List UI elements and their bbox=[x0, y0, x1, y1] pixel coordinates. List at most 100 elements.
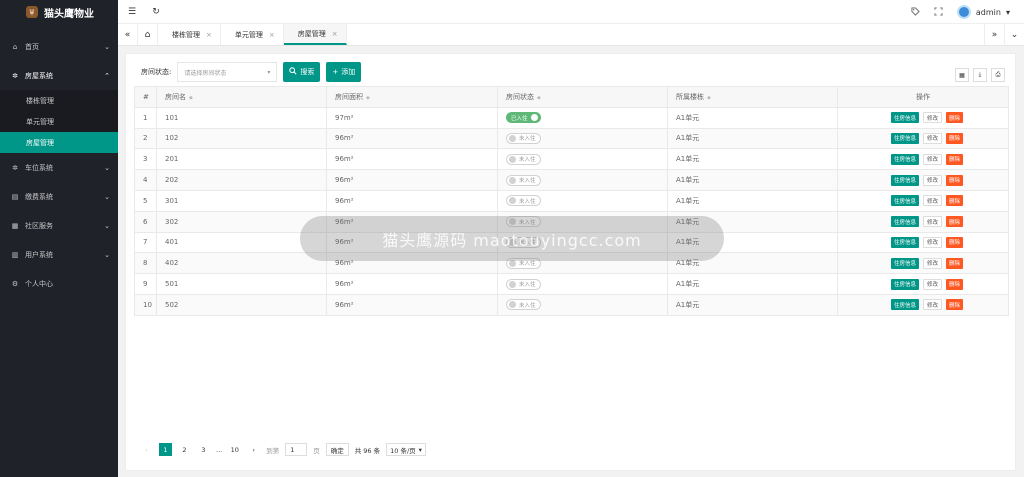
delete-button[interactable]: 删除 bbox=[946, 195, 964, 207]
prev-page-icon[interactable]: ‹ bbox=[140, 443, 153, 456]
chevron-up-icon: ⌃ bbox=[104, 71, 110, 80]
status-switch-label: 未入住 bbox=[519, 136, 536, 143]
delete-button[interactable]: 删除 bbox=[946, 236, 964, 248]
status-switch[interactable]: 未入住 bbox=[506, 132, 541, 144]
fullscreen-icon[interactable] bbox=[934, 6, 943, 18]
status-switch[interactable]: 未入住 bbox=[506, 278, 541, 290]
sidebar-item-payment-system[interactable]: ▤ 缴费系统 ⌄ bbox=[0, 182, 118, 211]
refresh-icon[interactable]: ↻ bbox=[146, 7, 166, 17]
close-icon[interactable]: × bbox=[269, 31, 275, 39]
search-button[interactable]: 搜索 bbox=[283, 62, 321, 82]
housing-info-button[interactable]: 住房信息 bbox=[890, 299, 919, 311]
col-room-name[interactable]: 房间名 ◆ bbox=[156, 86, 327, 108]
cell-room-name: 301 bbox=[156, 189, 327, 212]
col-room-status[interactable]: 房间状态 ◆ bbox=[497, 86, 668, 108]
edit-button[interactable]: 修改 bbox=[922, 257, 942, 269]
status-switch[interactable]: 未入住 bbox=[506, 153, 541, 165]
housing-info-button[interactable]: 住房信息 bbox=[890, 153, 919, 165]
delete-button[interactable]: 删除 bbox=[946, 112, 964, 124]
tag-icon[interactable] bbox=[911, 6, 920, 18]
housing-info-button[interactable]: 住房信息 bbox=[890, 112, 919, 124]
status-filter-label: 房间状态: bbox=[141, 68, 172, 76]
sidebar-item-house-system[interactable]: ✲ 房屋系统 ⌃ bbox=[0, 61, 118, 90]
close-icon[interactable]: × bbox=[206, 31, 212, 39]
housing-info-button[interactable]: 住房信息 bbox=[890, 236, 919, 248]
col-room-area[interactable]: 房间面积 ◆ bbox=[326, 86, 498, 108]
cell-actions: 住房信息 修改 删除 bbox=[837, 127, 1009, 150]
sidebar-item-building-manage[interactable]: 楼栋管理 bbox=[0, 90, 118, 111]
page-10[interactable]: 10 bbox=[228, 443, 241, 456]
table-toolbar: ▦ ⤓ ⎙ bbox=[955, 68, 1005, 82]
cell-index: 10 bbox=[134, 293, 157, 316]
tab-scroll-left-icon[interactable]: « bbox=[118, 24, 138, 45]
add-button[interactable]: + 添加 bbox=[326, 62, 362, 82]
cell-building: A1单元 bbox=[667, 148, 838, 171]
delete-button[interactable]: 删除 bbox=[946, 257, 964, 269]
menu-toggle-icon[interactable]: ☰ bbox=[122, 7, 142, 17]
col-building[interactable]: 所属楼栋 ◆ bbox=[667, 86, 838, 108]
sidebar-item-home[interactable]: ⌂ 首页 ⌄ bbox=[0, 32, 118, 61]
cell-actions: 住房信息 修改 删除 bbox=[837, 189, 1009, 212]
edit-button[interactable]: 修改 bbox=[922, 153, 942, 165]
edit-button[interactable]: 修改 bbox=[922, 236, 942, 248]
status-switch[interactable]: 已入住 bbox=[506, 112, 541, 124]
sidebar-item-room-manage[interactable]: 房屋管理 bbox=[0, 132, 118, 153]
table-header-row: # 房间名 ◆ 房间面积 ◆ 房间状态 ◆ 所属楼栋 ◆ 操作 bbox=[134, 86, 1009, 108]
user-menu[interactable]: admin ▾ bbox=[956, 5, 1010, 19]
caret-down-icon: ▾ bbox=[267, 68, 271, 76]
sidebar-item-parking-system[interactable]: ✲ 车位系统 ⌄ bbox=[0, 153, 118, 182]
goto-confirm-button[interactable]: 确定 bbox=[325, 443, 349, 456]
close-icon[interactable]: × bbox=[332, 30, 338, 38]
edit-button[interactable]: 修改 bbox=[922, 174, 942, 186]
sidebar-item-personal-center[interactable]: ⚙ 个人中心 bbox=[0, 269, 118, 298]
delete-button[interactable]: 删除 bbox=[946, 132, 964, 144]
edit-button[interactable]: 修改 bbox=[922, 112, 942, 124]
status-select[interactable]: 请选择房间状态 ▾ bbox=[177, 62, 278, 82]
app-logo[interactable]: 🦉 猫头鹰物业 bbox=[0, 0, 118, 24]
goto-page-input[interactable]: 1 bbox=[285, 443, 308, 456]
page-2[interactable]: 2 bbox=[178, 443, 191, 456]
page-1[interactable]: 1 bbox=[159, 443, 172, 456]
switch-knob bbox=[509, 176, 516, 184]
cell-room-name: 202 bbox=[156, 169, 327, 191]
tab-room-manage[interactable]: 房屋管理 × bbox=[283, 24, 347, 45]
housing-info-button[interactable]: 住房信息 bbox=[890, 257, 919, 269]
owl-logo-icon: 🦉 bbox=[26, 6, 38, 18]
tab-building-manage[interactable]: 楼栋管理 × bbox=[158, 24, 221, 45]
cell-index: 1 bbox=[134, 106, 157, 129]
housing-info-button[interactable]: 住房信息 bbox=[890, 216, 919, 228]
export-icon[interactable]: ⤓ bbox=[973, 68, 987, 82]
tab-scroll-right-icon[interactable]: » bbox=[984, 24, 1004, 46]
delete-button[interactable]: 删除 bbox=[946, 216, 964, 228]
next-page-icon[interactable]: › bbox=[247, 443, 260, 456]
status-switch[interactable]: 未入住 bbox=[506, 299, 541, 311]
housing-info-button[interactable]: 住房信息 bbox=[890, 278, 919, 290]
columns-icon[interactable]: ▦ bbox=[955, 68, 969, 82]
sidebar-item-community-service[interactable]: ▦ 社区服务 ⌄ bbox=[0, 211, 118, 240]
housing-info-button[interactable]: 住房信息 bbox=[890, 174, 919, 186]
edit-button[interactable]: 修改 bbox=[922, 216, 942, 228]
edit-button[interactable]: 修改 bbox=[922, 299, 942, 311]
delete-button[interactable]: 删除 bbox=[946, 153, 964, 165]
page-size-select[interactable]: 10 条/页 ▾ bbox=[386, 443, 426, 456]
tab-home[interactable]: ⌂ bbox=[138, 24, 158, 45]
housing-info-button[interactable]: 住房信息 bbox=[890, 132, 919, 144]
housing-info-button[interactable]: 住房信息 bbox=[890, 195, 919, 207]
print-icon[interactable]: ⎙ bbox=[991, 68, 1005, 82]
edit-button[interactable]: 修改 bbox=[922, 195, 942, 207]
delete-button[interactable]: 删除 bbox=[946, 174, 964, 186]
status-switch[interactable]: 未入住 bbox=[506, 174, 541, 186]
status-switch[interactable]: 未入住 bbox=[506, 195, 541, 207]
delete-button[interactable]: 删除 bbox=[946, 278, 964, 290]
sidebar-item-user-system[interactable]: ▥ 用户系统 ⌄ bbox=[0, 240, 118, 269]
page-3[interactable]: 3 bbox=[197, 443, 210, 456]
switch-knob bbox=[509, 197, 516, 205]
status-select-placeholder: 请选择房间状态 bbox=[184, 69, 227, 77]
delete-button[interactable]: 删除 bbox=[946, 299, 964, 311]
tab-options-chevron-icon[interactable]: ⌄ bbox=[1004, 24, 1024, 46]
edit-button[interactable]: 修改 bbox=[922, 278, 942, 290]
sidebar-item-unit-manage[interactable]: 单元管理 bbox=[0, 111, 118, 132]
tab-unit-manage[interactable]: 单元管理 × bbox=[221, 24, 284, 45]
table-row: 9 501 96m² 未入住 A1单元 住房信息 修改 删除 bbox=[134, 273, 1009, 295]
edit-button[interactable]: 修改 bbox=[922, 132, 942, 144]
